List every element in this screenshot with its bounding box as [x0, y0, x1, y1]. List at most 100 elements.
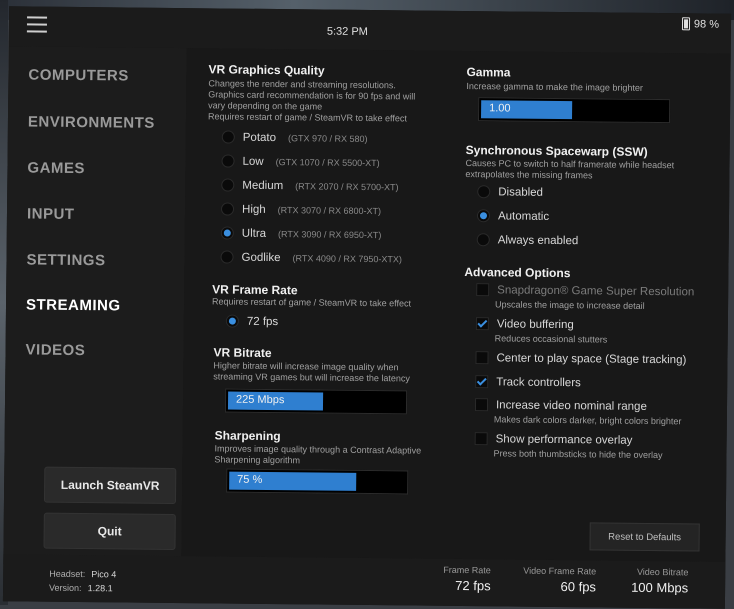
ssw-option-always-enabled[interactable]: Always enabled: [476, 233, 579, 247]
stat-value: 72 fps: [455, 577, 491, 594]
sharpening-title: Sharpening: [214, 428, 281, 444]
advanced-options-title: Advanced Options: [464, 265, 571, 281]
option-label: Automatic: [497, 209, 550, 223]
radio-button[interactable]: [476, 233, 490, 247]
option-stage-tracking[interactable]: Center to play space (Stage tracking): [475, 351, 686, 366]
stat-label: Frame Rate: [443, 564, 491, 576]
stat-video-bitrate: Video Bitrate 100 Mbps: [631, 567, 688, 596]
sharpening-desc: Improves image quality through a Contras…: [214, 443, 421, 467]
frame-rate-desc: Requires restart of game / SteamVR to ta…: [212, 296, 412, 309]
sidebar-item-videos[interactable]: VIDEOS: [25, 341, 85, 359]
stat-label: Video Frame Rate: [523, 565, 597, 577]
quality-option-medium[interactable]: Medium (RTX 2070 / RX 5700-XT): [221, 178, 399, 193]
option-hint: (GTX 970 / RX 580): [287, 132, 368, 144]
option-label: Potato: [242, 131, 277, 144]
checkbox[interactable]: [474, 398, 489, 412]
option-label: Snapdragon® Game Super Resolution: [497, 283, 695, 298]
option-label: High: [241, 203, 266, 216]
ssw-desc: Causes PC to switch to half framerate wh…: [465, 158, 674, 182]
slider-value: 1.00: [489, 102, 511, 115]
sidebar: COMPUTERS ENVIRONMENTS GAMES INPUT SETTI…: [3, 46, 187, 567]
stat-video-frame-rate: Video Frame Rate 60 fps: [523, 566, 596, 595]
radio-button-selected[interactable]: [225, 314, 239, 328]
quality-option-ultra[interactable]: Ultra (RTX 3090 / RX 6950-XT): [220, 226, 382, 241]
ssw-option-disabled[interactable]: Disabled: [477, 185, 543, 199]
option-desc: Reduces occasional stutters: [494, 333, 608, 345]
option-label: Always enabled: [497, 233, 579, 247]
desc-line: streaming VR games but will increase the…: [213, 371, 410, 384]
desc-line: Requires restart of game / SteamVR to ta…: [207, 111, 407, 124]
option-performance-overlay[interactable]: Show performance overlay: [474, 432, 633, 447]
battery-percent: 98 %: [693, 17, 720, 31]
radio-button[interactable]: [221, 154, 235, 168]
bitrate-title: VR Bitrate: [213, 345, 272, 361]
radio-button[interactable]: [221, 178, 235, 192]
checkbox-checked[interactable]: [475, 317, 489, 331]
hamburger-menu-icon[interactable]: [26, 16, 48, 33]
stat-label: Video Bitrate: [636, 566, 689, 578]
radio-button-selected[interactable]: [220, 226, 234, 240]
reset-defaults-button[interactable]: Reset to Defaults: [589, 522, 700, 552]
option-hint: (RTX 2070 / RX 5700-XT): [295, 180, 399, 192]
option-label: Increase video nominal range: [495, 398, 647, 413]
frame-rate-option-72[interactable]: 72 fps: [225, 314, 279, 329]
checkbox-checked[interactable]: [475, 375, 489, 389]
ssw-title: Synchronous Spacewarp (SSW): [465, 143, 648, 159]
radio-button[interactable]: [221, 130, 235, 144]
quality-option-godlike[interactable]: Godlike (RTX 4090 / RX 7950-XTX): [220, 250, 402, 265]
option-label: 72 fps: [246, 315, 279, 328]
desc-line: Sharpening algorithm: [214, 454, 301, 466]
option-hint: (RTX 3070 / RX 6800-XT): [277, 204, 382, 216]
gamma-desc: Increase gamma to make the image brighte…: [466, 81, 643, 93]
status-footer: Headset: Pico 4 Version: 1.28.1 Frame Rate…: [2, 554, 726, 609]
radio-button[interactable]: [220, 250, 234, 264]
streaming-settings-panel: VR Graphics Quality Changes the render a…: [181, 48, 731, 562]
bitrate-slider[interactable]: 225 Mbps: [224, 388, 408, 415]
sidebar-item-input[interactable]: INPUT: [27, 205, 75, 222]
ssw-option-automatic[interactable]: Automatic: [476, 209, 550, 223]
quality-option-potato[interactable]: Potato (GTX 970 / RX 580): [221, 130, 368, 145]
radio-button-selected[interactable]: [476, 209, 491, 223]
slider-value: 75 %: [237, 473, 263, 486]
sidebar-item-games[interactable]: GAMES: [27, 159, 85, 177]
option-label: Track controllers: [496, 375, 581, 389]
desc-line: extrapolates the missing frames: [465, 169, 593, 181]
option-hint: (RTX 3090 / RX 6950-XT): [278, 228, 382, 240]
option-hint: (RTX 4090 / RX 7950-XTX): [292, 252, 402, 264]
option-track-controllers[interactable]: Track controllers: [475, 375, 581, 389]
checkbox[interactable]: [474, 432, 488, 446]
launch-steamvr-button[interactable]: Launch SteamVR: [43, 466, 177, 505]
clock: 5:32 PM: [326, 25, 368, 39]
stat-value: 60 fps: [560, 579, 597, 595]
battery-indicator: 98 %: [681, 17, 720, 31]
stat-frame-rate: Frame Rate 72 fps: [443, 565, 491, 593]
sidebar-item-streaming[interactable]: STREAMING: [26, 296, 121, 314]
option-label: Ultra: [241, 227, 267, 240]
checkbox[interactable]: [476, 283, 490, 297]
quality-option-low[interactable]: Low (GTX 1070 / RX 5500-XT): [221, 154, 380, 169]
bitrate-desc: Higher bitrate will increase image quali…: [213, 360, 410, 384]
option-desc: Upscales the image to increase detail: [495, 299, 645, 311]
option-label: Medium: [242, 179, 284, 192]
headset-info: Headset: Pico 4: [49, 569, 116, 580]
option-video-buffering[interactable]: Video buffering: [475, 317, 574, 331]
sidebar-item-computers[interactable]: COMPUTERS: [28, 66, 129, 84]
quality-option-high[interactable]: High (RTX 3070 / RX 6800-XT): [220, 202, 382, 217]
checkbox[interactable]: [475, 351, 489, 365]
sidebar-item-environments[interactable]: ENVIRONMENTS: [28, 113, 155, 131]
sharpening-slider[interactable]: 75 %: [226, 468, 409, 495]
version-info: Version: 1.28.1: [49, 583, 113, 594]
radio-button[interactable]: [477, 185, 491, 199]
slider-value: 225 Mbps: [235, 393, 285, 407]
battery-icon: [681, 17, 691, 31]
option-super-resolution[interactable]: Snapdragon® Game Super Resolution: [476, 283, 694, 298]
graphics-quality-desc: Changes the render and streaming resolut…: [208, 78, 416, 124]
option-hint: (GTX 1070 / RX 5500-XT): [275, 156, 380, 168]
quit-button[interactable]: Quit: [43, 512, 176, 551]
option-nominal-range[interactable]: Increase video nominal range: [474, 398, 647, 413]
gamma-slider[interactable]: 1.00: [477, 97, 671, 124]
version-label: Version:: [49, 582, 82, 594]
radio-button[interactable]: [220, 202, 235, 216]
frame-rate-title: VR Frame Rate: [212, 282, 298, 298]
sidebar-item-settings[interactable]: SETTINGS: [26, 251, 105, 269]
